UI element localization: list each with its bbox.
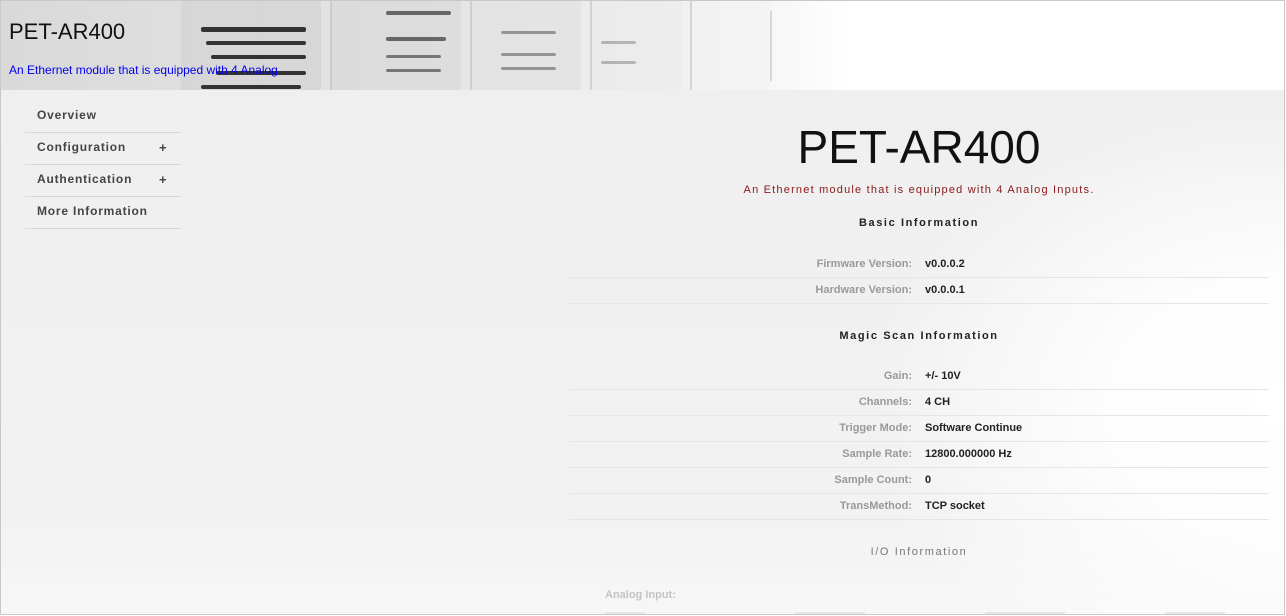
page-tagline: An Ethernet module that is equipped with… <box>743 184 1095 196</box>
browser-page: PET-AR400 An Ethernet module that is equ… <box>0 0 1285 615</box>
section-heading-io: I/O Information <box>870 546 968 558</box>
info-row-sample-count: Sample Count: 0 <box>569 467 1269 494</box>
sidebar-item-label: Overview <box>37 108 97 122</box>
info-row-sample-rate: Sample Rate: 12800.000000 Hz <box>569 441 1269 468</box>
header-banner: PET-AR400 An Ethernet module that is equ… <box>1 1 1284 90</box>
row-label: TransMethod: <box>839 500 912 512</box>
row-label: Gain: <box>883 370 912 382</box>
row-value: Software Continue <box>925 422 1023 434</box>
expand-plus-icon[interactable]: + <box>159 166 167 194</box>
row-value: TCP socket <box>925 500 985 512</box>
info-row-channels: Channels: 4 CH <box>569 389 1269 416</box>
row-label: Trigger Mode: <box>839 422 912 434</box>
row-value: v0.0.0.1 <box>925 284 965 296</box>
row-value: 4 CH <box>925 396 951 408</box>
section-heading-basic: Basic Information <box>858 217 980 229</box>
info-row-hardware: Hardware Version: v0.0.0.1 <box>569 277 1269 304</box>
sidebar-item-configuration[interactable]: Configuration + <box>25 133 181 165</box>
row-value: 0 <box>925 474 932 486</box>
row-value: 12800.000000 Hz <box>925 448 1012 460</box>
analog-input-label: Analog Input: <box>605 589 676 601</box>
sidebar-item-label: Configuration <box>37 140 127 154</box>
row-value: +/- 10V <box>925 370 961 382</box>
info-row-trigger-mode: Trigger Mode: Software Continue <box>569 415 1269 442</box>
row-label: Hardware Version: <box>815 284 912 296</box>
row-label: Channels: <box>858 396 912 408</box>
section-heading-magic-scan: Magic Scan Information <box>839 330 999 342</box>
sidebar-nav: Overview Configuration + Authentication … <box>25 101 181 229</box>
expand-plus-icon[interactable]: + <box>159 134 167 162</box>
row-label: Firmware Version: <box>816 258 912 270</box>
sidebar-item-label: More Information <box>37 204 148 218</box>
page-title: PET-AR400 <box>797 121 1041 173</box>
info-row-gain: Gain: +/- 10V <box>569 363 1269 390</box>
sidebar-item-authentication[interactable]: Authentication + <box>25 165 181 197</box>
info-row-trans-method: TransMethod: TCP socket <box>569 493 1269 520</box>
row-label: Sample Count: <box>834 474 912 486</box>
sidebar-item-label: Authentication <box>37 172 133 186</box>
app-title: PET-AR400 <box>9 19 126 44</box>
row-value: v0.0.0.2 <box>925 258 965 270</box>
sidebar-item-overview[interactable]: Overview <box>25 101 181 133</box>
analog-input-table-cutoff <box>605 612 1245 614</box>
sidebar-item-more-information[interactable]: More Information <box>25 197 181 229</box>
row-label: Sample Rate: <box>842 448 912 460</box>
info-row-firmware: Firmware Version: v0.0.0.2 <box>569 251 1269 278</box>
app-subtitle: An Ethernet module that is equipped with… <box>9 63 278 77</box>
